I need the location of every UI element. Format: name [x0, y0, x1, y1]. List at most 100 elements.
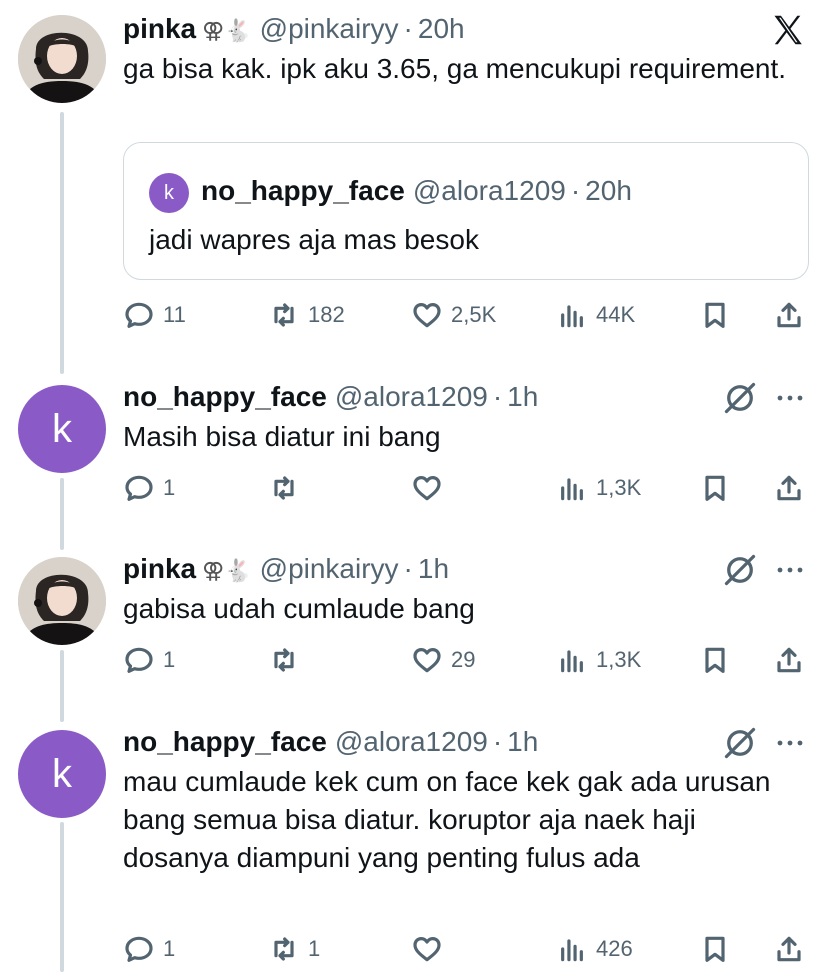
views-button[interactable]: 1,3K [556, 640, 641, 680]
heart-icon [413, 303, 441, 328]
separator-dot: · [492, 726, 503, 757]
views-button[interactable]: 426 [556, 929, 633, 969]
share-button[interactable] [773, 295, 805, 335]
tweet[interactable]: pinka ⚢🐇 @pinkairyy · 20h ga bisa kak. i… [0, 0, 827, 345]
avatar-photo [18, 557, 106, 645]
avatar-photo [18, 15, 106, 103]
timestamp[interactable]: 1h [507, 725, 538, 759]
bookmark-button[interactable] [699, 295, 731, 335]
reply-count: 11 [163, 302, 186, 327]
heart-icon [413, 648, 441, 673]
display-name[interactable]: pinka [123, 12, 196, 46]
reply-button[interactable]: 1 [123, 929, 175, 969]
tweet[interactable]: k no_happy_face @alora1209 · 1h Masih bi… [0, 370, 827, 510]
views-icon [561, 478, 583, 501]
timestamp[interactable]: 20h [418, 12, 465, 46]
retweet-icon [274, 476, 294, 500]
more-icon[interactable] [774, 554, 806, 586]
action-bar: 1 1,3K [123, 468, 813, 508]
grok-icon[interactable] [722, 380, 758, 416]
view-count: 1,3K [596, 475, 642, 500]
more-icon[interactable] [774, 382, 806, 414]
action-bar: 1 1 426 [123, 929, 813, 969]
reply-count: 1 [163, 936, 176, 961]
reply-button[interactable]: 1 [123, 468, 175, 508]
display-name[interactable]: no_happy_face [123, 380, 327, 414]
username[interactable]: @pinkairyy [260, 552, 399, 586]
reply-count: 1 [163, 647, 176, 672]
bookmark-button[interactable] [699, 929, 731, 969]
more-icon[interactable] [774, 727, 806, 759]
like-count: 29 [451, 647, 476, 672]
quoted-tweet[interactable]: k no_happy_face @alora1209 · 20h jadi wa… [123, 142, 809, 280]
retweet-icon [274, 648, 294, 672]
reply-button[interactable]: 11 [123, 295, 186, 335]
separator-dot: · [403, 13, 413, 44]
separator-dot: · [403, 553, 413, 584]
share-icon [777, 936, 801, 962]
retweet-button[interactable] [268, 468, 308, 508]
avatar[interactable]: k [18, 385, 106, 473]
grok-icon[interactable] [722, 725, 758, 761]
display-name[interactable]: no_happy_face [123, 725, 327, 759]
quote-header: no_happy_face @alora1209 · 20h [201, 174, 632, 208]
like-button[interactable]: 2,5K [411, 295, 496, 335]
like-button[interactable] [411, 929, 451, 969]
retweet-icon [274, 303, 294, 327]
grok-icon[interactable] [722, 552, 758, 588]
quote-avatar: k [149, 173, 189, 213]
bookmark-button[interactable] [699, 640, 731, 680]
username[interactable]: @alora1209 [335, 380, 488, 414]
share-button[interactable] [773, 468, 805, 508]
retweet-button[interactable]: 182 [268, 295, 345, 335]
bookmark-icon [705, 936, 725, 962]
tweet-header: no_happy_face @alora1209 · 1h [123, 380, 538, 414]
display-name[interactable]: pinka [123, 552, 196, 586]
quote-text: jadi wapres aja mas besok [149, 224, 479, 255]
share-button[interactable] [773, 640, 805, 680]
tweet[interactable]: pinka ⚢🐇 @pinkairyy · 1h gabisa udah cum… [0, 542, 827, 682]
username[interactable]: @alora1209 [335, 725, 488, 759]
view-count: 426 [596, 936, 633, 961]
avatar[interactable] [18, 557, 106, 645]
views-icon [561, 939, 583, 962]
action-bar: 1 29 1,3K [123, 640, 813, 680]
tweet[interactable]: k no_happy_face @alora1209 · 1h mau cuml… [0, 715, 827, 972]
timestamp[interactable]: 1h [507, 380, 538, 414]
bookmark-icon [705, 475, 725, 501]
quote-display-name: no_happy_face [201, 175, 405, 206]
separator-dot: · [570, 175, 581, 206]
view-count: 44K [596, 302, 636, 327]
retweet-count: 1 [308, 936, 321, 961]
quote-username: @alora1209 [412, 175, 566, 206]
like-button[interactable] [411, 468, 451, 508]
reply-icon [125, 647, 153, 673]
retweet-icon [274, 937, 294, 961]
tweet-text: Masih bisa diatur ini bang [123, 421, 441, 452]
like-count: 2,5K [451, 302, 497, 327]
heart-icon [413, 476, 441, 501]
name-emoji: ⚢🐇 [202, 18, 252, 43]
share-icon [777, 475, 801, 501]
tweet-text: gabisa udah cumlaude bang [123, 593, 475, 624]
tweet-header: no_happy_face @alora1209 · 1h [123, 725, 538, 759]
bookmark-icon [705, 647, 725, 673]
username[interactable]: @pinkairyy [260, 12, 399, 46]
views-button[interactable]: 44K [556, 295, 635, 335]
avatar[interactable] [18, 15, 106, 103]
like-button[interactable]: 29 [411, 640, 475, 680]
tweet-text: ga bisa kak. ipk aku 3.65, ga mencukupi … [123, 53, 787, 84]
separator-dot: · [492, 381, 503, 412]
timestamp[interactable]: 1h [418, 552, 449, 586]
tweet-header: pinka ⚢🐇 @pinkairyy · 20h [123, 12, 465, 48]
views-button[interactable]: 1,3K [556, 468, 641, 508]
retweet-button[interactable]: 1 [268, 929, 320, 969]
action-bar: 11 182 2,5K 44K [123, 295, 813, 335]
bookmark-button[interactable] [699, 468, 731, 508]
share-icon [777, 302, 801, 328]
reply-button[interactable]: 1 [123, 640, 175, 680]
tweet-header: pinka ⚢🐇 @pinkairyy · 1h [123, 552, 449, 588]
retweet-button[interactable] [268, 640, 308, 680]
avatar[interactable]: k [18, 730, 106, 818]
share-button[interactable] [773, 929, 805, 969]
